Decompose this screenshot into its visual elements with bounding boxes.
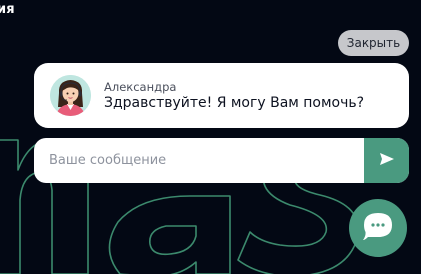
message-input[interactable]	[34, 138, 364, 183]
chat-bubble-icon	[362, 211, 394, 245]
send-button[interactable]	[364, 138, 409, 183]
message-composer	[34, 138, 409, 183]
close-button[interactable]: Закрыть	[338, 30, 409, 56]
send-icon	[379, 151, 395, 170]
agent-message-text: Здравствуйте! Я могу Вам помочь?	[104, 95, 365, 111]
page-heading-fragment: ия	[0, 2, 15, 17]
agent-message-bubble: Александра Здравствуйте! Я могу Вам помо…	[34, 63, 409, 128]
agent-name: Александра	[104, 80, 177, 94]
chat-launcher-button[interactable]	[349, 199, 407, 257]
agent-avatar	[50, 75, 91, 116]
